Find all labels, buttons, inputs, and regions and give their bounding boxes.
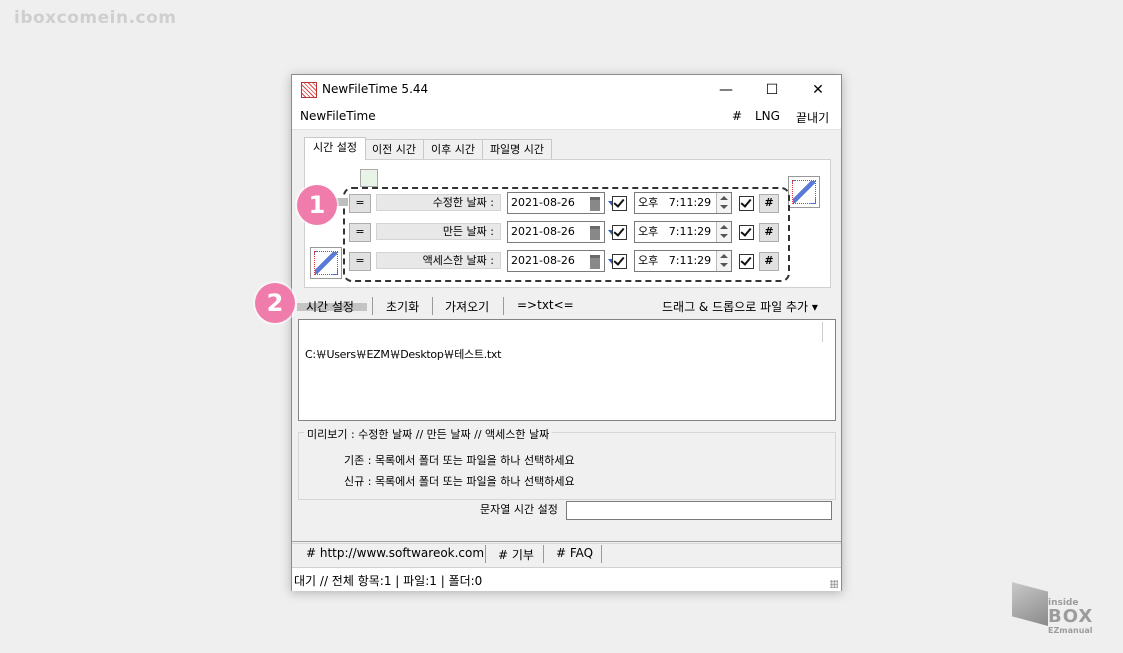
menu-hash[interactable]: # [732, 109, 742, 123]
file-list[interactable]: C:￦Users￦EZM￦Desktop￦테스트.txt [298, 319, 836, 421]
maximize-button[interactable]: ☐ [749, 75, 795, 105]
brand-logo: inside BOX EZmanual [1012, 576, 1110, 638]
step-badge-2: 2 [255, 283, 295, 323]
string-time-label: 문자열 시간 설정 [480, 503, 558, 516]
modified-date-label: 수정한 날짜 : [376, 194, 501, 211]
resize-grip-icon[interactable] [830, 580, 838, 588]
modified-date-picker[interactable]: 2021-08-26 [507, 192, 616, 214]
status-bar: 대기 // 전체 항목:1 | 파일:1 | 폴더:0 [292, 567, 841, 591]
accessed-date-label: 액세스한 날짜 : [376, 252, 501, 269]
modified-date-checkbox[interactable] [612, 196, 627, 211]
calendar-icon [590, 226, 600, 240]
list-column-divider [822, 322, 823, 342]
time-spinner[interactable] [716, 222, 731, 242]
accessed-hash-button[interactable]: # [759, 252, 779, 271]
modified-ampm: 오후 [638, 196, 659, 209]
footer-separator [485, 545, 486, 563]
list-item[interactable]: C:￦Users￦EZM￦Desktop￦테스트.txt [305, 346, 501, 362]
tab-filename-time[interactable]: 파일명 시간 [482, 139, 552, 159]
accessed-date-picker[interactable]: 2021-08-26 [507, 250, 616, 272]
toolbar-separator [503, 297, 504, 315]
toolbar-separator [372, 297, 373, 315]
reset-button[interactable]: 초기화 [386, 298, 419, 315]
footer-separator [601, 545, 602, 563]
tab-previous-time[interactable]: 이전 시간 [364, 139, 424, 159]
action-toolbar: 시간 설정 초기화 가져오기 =>txt<= 드래그 & 드롭으로 파일 추가 … [292, 295, 841, 319]
calendar-icon [590, 197, 600, 211]
accessed-time-checkbox[interactable] [739, 254, 754, 269]
created-time-value: 7:11:29 [668, 225, 712, 238]
time-spinner[interactable] [716, 251, 731, 271]
time-spinner[interactable] [716, 193, 731, 213]
accessed-time-picker[interactable]: 오후 7:11:29 [634, 250, 732, 272]
menu-bar: NewFileTime # LNG 끝내기 [292, 105, 841, 130]
created-time-checkbox[interactable] [739, 225, 754, 240]
step-badge-1: 1 [297, 185, 337, 225]
chevron-down-icon: ▾ [811, 300, 818, 314]
calendar-icon [590, 255, 600, 269]
site-watermark: iboxcomein.com [14, 8, 177, 28]
created-date-checkbox[interactable] [612, 225, 627, 240]
refresh-icon[interactable] [360, 169, 378, 187]
drag-drop-add-button[interactable]: 드래그 & 드롭으로 파일 추가 ▾ [662, 298, 818, 315]
footer-separator [543, 545, 544, 563]
faq-link[interactable]: # FAQ [556, 546, 593, 560]
modified-time-checkbox[interactable] [739, 196, 754, 211]
divider [292, 543, 841, 544]
box-logo-icon [1012, 582, 1048, 626]
created-date-value: 2021-08-26 [511, 225, 575, 238]
minimize-button[interactable]: — [703, 75, 749, 105]
tab-time-settings[interactable]: 시간 설정 [304, 137, 366, 160]
preview-legend: 미리보기 : 수정한 날짜 // 만든 날짜 // 액세스한 날짜 [304, 426, 553, 442]
website-link[interactable]: # http://www.softwareok.com [306, 546, 484, 560]
created-date-picker[interactable]: 2021-08-26 [507, 221, 616, 243]
tab-next-time[interactable]: 이후 시간 [423, 139, 483, 159]
brand-line-3: EZmanual [1048, 626, 1093, 635]
app-icon [301, 82, 317, 98]
menu-exit[interactable]: 끝내기 [796, 109, 829, 126]
preview-existing: 기존 : 목록에서 폴더 또는 파일을 하나 선택하세요 [344, 454, 575, 467]
accessed-ampm: 오후 [638, 254, 659, 267]
created-hash-button[interactable]: # [759, 223, 779, 242]
export-txt-button[interactable]: =>txt<= [517, 298, 574, 312]
modified-hash-button[interactable]: # [759, 194, 779, 213]
preview-new: 신규 : 목록에서 폴더 또는 파일을 하나 선택하세요 [344, 475, 575, 488]
string-time-input[interactable] [566, 501, 832, 520]
import-button[interactable]: 가져오기 [445, 298, 489, 315]
created-eq-button[interactable]: = [349, 223, 371, 242]
close-button[interactable]: ✕ [795, 75, 841, 105]
accessed-date-value: 2021-08-26 [511, 254, 575, 267]
window-title: NewFileTime 5.44 [322, 82, 429, 96]
brand-line-2: BOX [1048, 606, 1094, 627]
modified-eq-button[interactable]: = [349, 194, 371, 213]
footer-links: # http://www.softwareok.com # 기부 # FAQ [292, 545, 841, 565]
menu-app-name[interactable]: NewFileTime [300, 109, 376, 123]
toolbar-separator [432, 297, 433, 315]
modified-time-picker[interactable]: 오후 7:11:29 [634, 192, 732, 214]
created-date-label: 만든 날짜 : [376, 223, 501, 240]
menu-lng[interactable]: LNG [755, 109, 780, 123]
apply-bottom-icon[interactable] [310, 247, 342, 279]
divider [292, 541, 841, 542]
status-text: 대기 // 전체 항목:1 | 파일:1 | 폴더:0 [294, 574, 483, 588]
apply-top-icon[interactable] [788, 176, 820, 208]
accessed-date-checkbox[interactable] [612, 254, 627, 269]
app-window: NewFileTime 5.44 — ☐ ✕ NewFileTime # LNG… [255, 74, 842, 591]
modified-time-value: 7:11:29 [668, 196, 712, 209]
accessed-time-value: 7:11:29 [668, 254, 712, 267]
created-time-picker[interactable]: 오후 7:11:29 [634, 221, 732, 243]
created-ampm: 오후 [638, 225, 659, 238]
set-time-button[interactable]: 시간 설정 [306, 298, 354, 315]
modified-date-value: 2021-08-26 [511, 196, 575, 209]
donate-link[interactable]: # 기부 [498, 546, 534, 563]
title-bar[interactable]: NewFileTime 5.44 — ☐ ✕ [292, 75, 841, 105]
accessed-eq-button[interactable]: = [349, 252, 371, 271]
drag-drop-label: 드래그 & 드롭으로 파일 추가 [662, 300, 809, 314]
